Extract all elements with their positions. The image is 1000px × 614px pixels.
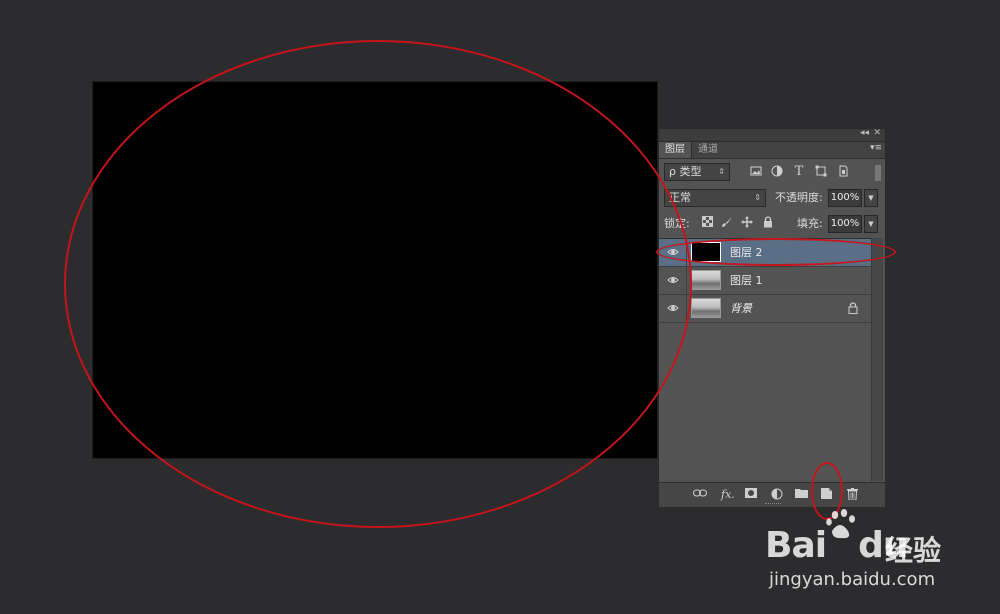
blend-mode-select[interactable]: 正常 ⇕ <box>664 189 766 207</box>
lock-move-icon[interactable] <box>740 216 754 230</box>
blend-mode-value: 正常 <box>669 191 691 204</box>
close-icon[interactable]: ✕ <box>873 128 881 138</box>
mask-icon[interactable] <box>745 488 757 502</box>
layer-name: 图层 2 <box>730 246 763 259</box>
divider <box>686 267 687 294</box>
layer-thumbnail <box>691 242 721 262</box>
opacity-input[interactable]: 100% <box>828 189 862 207</box>
image-filter-icon[interactable] <box>749 165 763 179</box>
new-layer-icon[interactable] <box>821 488 832 502</box>
lock-brush-icon[interactable] <box>720 216 734 230</box>
panel-title-bar[interactable]: ◂◂ ✕ <box>659 128 885 142</box>
document-canvas[interactable] <box>93 82 657 458</box>
shape-filter-icon[interactable] <box>814 165 828 179</box>
group-folder-icon[interactable] <box>795 488 808 502</box>
layer-row-layer-2[interactable]: 图层 2 <box>659 239 872 267</box>
tab-layers[interactable]: 图层 <box>659 142 692 158</box>
blend-row: 正常 ⇕ 不透明度: 100% ▼ <box>659 185 885 211</box>
eye-icon[interactable] <box>667 302 679 314</box>
adjustment-layer-icon[interactable] <box>771 488 783 502</box>
fill-dropdown-icon[interactable]: ▼ <box>864 215 878 233</box>
eye-icon[interactable] <box>667 274 679 286</box>
smart-object-filter-icon[interactable] <box>836 165 850 179</box>
collapse-icon[interactable]: ◂◂ <box>860 128 869 138</box>
filter-type-label: ρ 类型 <box>669 165 702 178</box>
layer-name: 背景 <box>730 302 752 315</box>
panel-menu-icon[interactable]: ▾≡ <box>870 143 882 153</box>
eye-icon[interactable] <box>667 246 679 258</box>
layers-panel: ◂◂ ✕ 图层 通道 ▾≡ ρ 类型 ⇕ T 正常 ⇕ 不透明度: 100% ▼… <box>658 128 886 508</box>
lock-all-icon[interactable] <box>761 216 775 230</box>
layer-row-layer-1[interactable]: 图层 1 <box>659 267 872 295</box>
fx-icon[interactable]: fx. <box>721 488 735 502</box>
divider <box>686 239 687 266</box>
layer-thumbnail <box>691 270 721 290</box>
layer-thumbnail <box>691 298 721 318</box>
adjustment-filter-icon[interactable] <box>770 165 784 179</box>
opacity-dropdown-icon[interactable]: ▼ <box>864 189 878 207</box>
layer-list: 图层 2 图层 1 背景 <box>659 238 872 482</box>
watermark-cn: 经验 <box>885 534 942 567</box>
baidu-watermark: Bai du 经验 jingyan.baidu.com <box>765 505 995 605</box>
lock-icon[interactable] <box>848 302 858 317</box>
divider <box>686 295 687 322</box>
type-filter-icon[interactable]: T <box>792 165 806 179</box>
filter-row: ρ 类型 ⇕ T <box>659 159 885 185</box>
panel-tabs: 图层 通道 ▾≡ <box>659 142 885 159</box>
lock-label: 锁定: <box>664 217 690 230</box>
link-layers-icon[interactable] <box>693 488 707 502</box>
updown-arrows-icon: ⇕ <box>754 193 761 202</box>
layer-name: 图层 1 <box>730 274 763 287</box>
fill-label: 填充: <box>797 217 823 230</box>
filter-type-select[interactable]: ρ 类型 ⇕ <box>664 163 730 181</box>
layers-bottom-toolbar: fx. <box>659 482 885 507</box>
lock-transparent-icon[interactable] <box>700 216 714 230</box>
trash-icon[interactable] <box>847 488 858 502</box>
watermark-url: jingyan.baidu.com <box>769 569 936 590</box>
filter-toggle[interactable] <box>875 165 881 181</box>
paw-icon <box>826 509 858 552</box>
layer-list-scrollbar[interactable] <box>871 238 883 481</box>
lock-row: 锁定: 填充: 100% ▼ <box>659 211 885 239</box>
updown-arrows-icon: ⇕ <box>718 167 725 176</box>
tab-channels[interactable]: 通道 <box>692 142 724 158</box>
opacity-label: 不透明度: <box>775 191 823 204</box>
layer-row-background[interactable]: 背景 <box>659 295 872 323</box>
fill-input[interactable]: 100% <box>828 215 862 233</box>
